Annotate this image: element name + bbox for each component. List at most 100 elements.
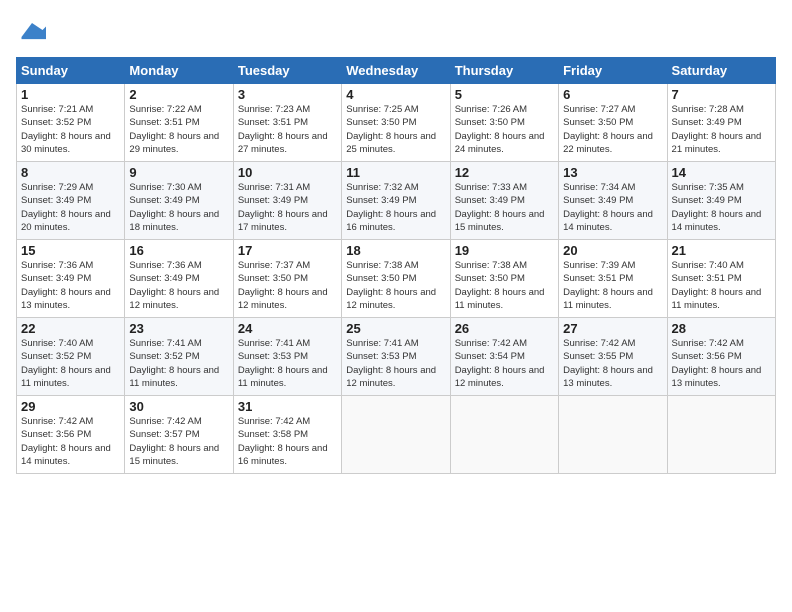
- day-number: 1: [21, 87, 120, 102]
- day-number: 31: [238, 399, 337, 414]
- calendar-cell: [450, 396, 558, 474]
- day-number: 26: [455, 321, 554, 336]
- calendar-cell: 7 Sunrise: 7:28 AM Sunset: 3:49 PM Dayli…: [667, 84, 775, 162]
- day-info: Sunrise: 7:38 AM Sunset: 3:50 PM Dayligh…: [346, 259, 445, 312]
- day-number: 6: [563, 87, 662, 102]
- day-number: 24: [238, 321, 337, 336]
- calendar-cell: 9 Sunrise: 7:30 AM Sunset: 3:49 PM Dayli…: [125, 162, 233, 240]
- day-info: Sunrise: 7:25 AM Sunset: 3:50 PM Dayligh…: [346, 103, 445, 156]
- calendar-cell: [559, 396, 667, 474]
- calendar-cell: 19 Sunrise: 7:38 AM Sunset: 3:50 PM Dayl…: [450, 240, 558, 318]
- calendar-cell: 10 Sunrise: 7:31 AM Sunset: 3:49 PM Dayl…: [233, 162, 341, 240]
- weekday-header-friday: Friday: [559, 58, 667, 84]
- calendar-cell: 26 Sunrise: 7:42 AM Sunset: 3:54 PM Dayl…: [450, 318, 558, 396]
- day-number: 9: [129, 165, 228, 180]
- day-number: 22: [21, 321, 120, 336]
- day-number: 10: [238, 165, 337, 180]
- calendar-cell: 25 Sunrise: 7:41 AM Sunset: 3:53 PM Dayl…: [342, 318, 450, 396]
- day-info: Sunrise: 7:41 AM Sunset: 3:53 PM Dayligh…: [238, 337, 337, 390]
- weekday-header-thursday: Thursday: [450, 58, 558, 84]
- calendar-cell: 5 Sunrise: 7:26 AM Sunset: 3:50 PM Dayli…: [450, 84, 558, 162]
- calendar-cell: 8 Sunrise: 7:29 AM Sunset: 3:49 PM Dayli…: [17, 162, 125, 240]
- weekday-header-monday: Monday: [125, 58, 233, 84]
- calendar-cell: 18 Sunrise: 7:38 AM Sunset: 3:50 PM Dayl…: [342, 240, 450, 318]
- day-info: Sunrise: 7:42 AM Sunset: 3:56 PM Dayligh…: [21, 415, 120, 468]
- day-info: Sunrise: 7:32 AM Sunset: 3:49 PM Dayligh…: [346, 181, 445, 234]
- day-info: Sunrise: 7:27 AM Sunset: 3:50 PM Dayligh…: [563, 103, 662, 156]
- day-number: 12: [455, 165, 554, 180]
- day-info: Sunrise: 7:23 AM Sunset: 3:51 PM Dayligh…: [238, 103, 337, 156]
- day-info: Sunrise: 7:30 AM Sunset: 3:49 PM Dayligh…: [129, 181, 228, 234]
- day-info: Sunrise: 7:21 AM Sunset: 3:52 PM Dayligh…: [21, 103, 120, 156]
- day-number: 15: [21, 243, 120, 258]
- calendar-cell: 23 Sunrise: 7:41 AM Sunset: 3:52 PM Dayl…: [125, 318, 233, 396]
- calendar-cell: 22 Sunrise: 7:40 AM Sunset: 3:52 PM Dayl…: [17, 318, 125, 396]
- calendar-cell: 4 Sunrise: 7:25 AM Sunset: 3:50 PM Dayli…: [342, 84, 450, 162]
- day-number: 16: [129, 243, 228, 258]
- day-info: Sunrise: 7:41 AM Sunset: 3:52 PM Dayligh…: [129, 337, 228, 390]
- day-number: 25: [346, 321, 445, 336]
- calendar-cell: 2 Sunrise: 7:22 AM Sunset: 3:51 PM Dayli…: [125, 84, 233, 162]
- calendar-cell: 14 Sunrise: 7:35 AM Sunset: 3:49 PM Dayl…: [667, 162, 775, 240]
- day-info: Sunrise: 7:29 AM Sunset: 3:49 PM Dayligh…: [21, 181, 120, 234]
- day-info: Sunrise: 7:42 AM Sunset: 3:55 PM Dayligh…: [563, 337, 662, 390]
- day-info: Sunrise: 7:42 AM Sunset: 3:58 PM Dayligh…: [238, 415, 337, 468]
- day-info: Sunrise: 7:40 AM Sunset: 3:52 PM Dayligh…: [21, 337, 120, 390]
- calendar-cell: [667, 396, 775, 474]
- calendar-cell: [342, 396, 450, 474]
- day-info: Sunrise: 7:28 AM Sunset: 3:49 PM Dayligh…: [672, 103, 771, 156]
- day-number: 5: [455, 87, 554, 102]
- day-info: Sunrise: 7:37 AM Sunset: 3:50 PM Dayligh…: [238, 259, 337, 312]
- day-number: 3: [238, 87, 337, 102]
- day-number: 18: [346, 243, 445, 258]
- day-number: 11: [346, 165, 445, 180]
- calendar-cell: 17 Sunrise: 7:37 AM Sunset: 3:50 PM Dayl…: [233, 240, 341, 318]
- day-info: Sunrise: 7:41 AM Sunset: 3:53 PM Dayligh…: [346, 337, 445, 390]
- day-info: Sunrise: 7:26 AM Sunset: 3:50 PM Dayligh…: [455, 103, 554, 156]
- calendar-cell: 28 Sunrise: 7:42 AM Sunset: 3:56 PM Dayl…: [667, 318, 775, 396]
- day-info: Sunrise: 7:42 AM Sunset: 3:57 PM Dayligh…: [129, 415, 228, 468]
- day-number: 27: [563, 321, 662, 336]
- day-number: 20: [563, 243, 662, 258]
- logo-icon: [18, 16, 46, 44]
- day-info: Sunrise: 7:42 AM Sunset: 3:56 PM Dayligh…: [672, 337, 771, 390]
- day-info: Sunrise: 7:36 AM Sunset: 3:49 PM Dayligh…: [129, 259, 228, 312]
- day-info: Sunrise: 7:31 AM Sunset: 3:49 PM Dayligh…: [238, 181, 337, 234]
- calendar-cell: 31 Sunrise: 7:42 AM Sunset: 3:58 PM Dayl…: [233, 396, 341, 474]
- calendar-cell: 21 Sunrise: 7:40 AM Sunset: 3:51 PM Dayl…: [667, 240, 775, 318]
- day-number: 19: [455, 243, 554, 258]
- day-number: 7: [672, 87, 771, 102]
- calendar-cell: 16 Sunrise: 7:36 AM Sunset: 3:49 PM Dayl…: [125, 240, 233, 318]
- day-number: 4: [346, 87, 445, 102]
- calendar-cell: 3 Sunrise: 7:23 AM Sunset: 3:51 PM Dayli…: [233, 84, 341, 162]
- weekday-header-saturday: Saturday: [667, 58, 775, 84]
- day-info: Sunrise: 7:22 AM Sunset: 3:51 PM Dayligh…: [129, 103, 228, 156]
- calendar-cell: 6 Sunrise: 7:27 AM Sunset: 3:50 PM Dayli…: [559, 84, 667, 162]
- day-info: Sunrise: 7:39 AM Sunset: 3:51 PM Dayligh…: [563, 259, 662, 312]
- weekday-header-sunday: Sunday: [17, 58, 125, 84]
- weekday-header-wednesday: Wednesday: [342, 58, 450, 84]
- day-info: Sunrise: 7:42 AM Sunset: 3:54 PM Dayligh…: [455, 337, 554, 390]
- calendar-cell: 11 Sunrise: 7:32 AM Sunset: 3:49 PM Dayl…: [342, 162, 450, 240]
- calendar-cell: 13 Sunrise: 7:34 AM Sunset: 3:49 PM Dayl…: [559, 162, 667, 240]
- page-header: [16, 16, 776, 49]
- calendar-cell: 1 Sunrise: 7:21 AM Sunset: 3:52 PM Dayli…: [17, 84, 125, 162]
- day-info: Sunrise: 7:38 AM Sunset: 3:50 PM Dayligh…: [455, 259, 554, 312]
- day-info: Sunrise: 7:40 AM Sunset: 3:51 PM Dayligh…: [672, 259, 771, 312]
- calendar-cell: 30 Sunrise: 7:42 AM Sunset: 3:57 PM Dayl…: [125, 396, 233, 474]
- day-number: 30: [129, 399, 228, 414]
- day-number: 2: [129, 87, 228, 102]
- day-number: 14: [672, 165, 771, 180]
- day-number: 23: [129, 321, 228, 336]
- calendar-table: SundayMondayTuesdayWednesdayThursdayFrid…: [16, 57, 776, 474]
- calendar-cell: 20 Sunrise: 7:39 AM Sunset: 3:51 PM Dayl…: [559, 240, 667, 318]
- day-info: Sunrise: 7:35 AM Sunset: 3:49 PM Dayligh…: [672, 181, 771, 234]
- day-number: 8: [21, 165, 120, 180]
- day-number: 29: [21, 399, 120, 414]
- day-number: 21: [672, 243, 771, 258]
- day-number: 28: [672, 321, 771, 336]
- calendar-cell: 27 Sunrise: 7:42 AM Sunset: 3:55 PM Dayl…: [559, 318, 667, 396]
- calendar-cell: 29 Sunrise: 7:42 AM Sunset: 3:56 PM Dayl…: [17, 396, 125, 474]
- calendar-cell: 24 Sunrise: 7:41 AM Sunset: 3:53 PM Dayl…: [233, 318, 341, 396]
- calendar-cell: 12 Sunrise: 7:33 AM Sunset: 3:49 PM Dayl…: [450, 162, 558, 240]
